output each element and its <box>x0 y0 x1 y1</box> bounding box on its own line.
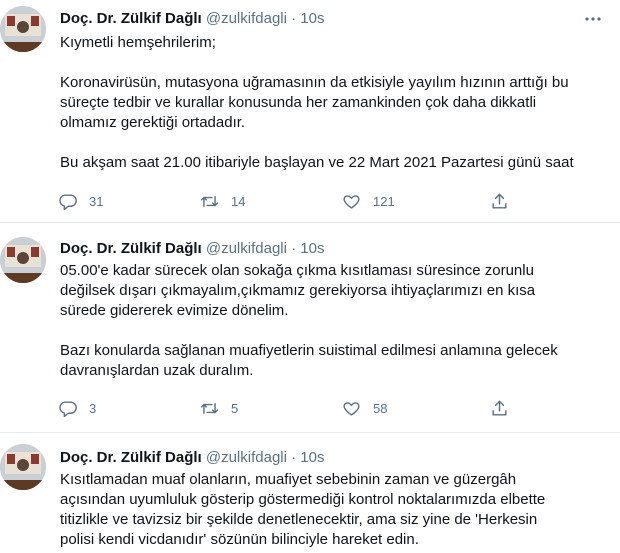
share-icon <box>490 192 509 211</box>
tweet-line: açısından uyumluluk gösterip göstermediğ… <box>60 491 546 508</box>
tweet[interactable]: Doç. Dr. Zülkif Dağlı @zulkifdagli · 10s… <box>0 0 620 222</box>
tweet-text: Kıymetli hemşehrilerim; Koronavirüsün, m… <box>60 33 600 173</box>
like-button[interactable]: 121 <box>342 192 395 211</box>
separator-dot: · <box>291 240 297 257</box>
like-icon <box>342 399 361 418</box>
tweet-line: sürede gidererek evimize dönelim. <box>60 302 289 319</box>
tweet-feed: Doç. Dr. Zülkif Dağlı @zulkifdagli · 10s… <box>0 0 620 553</box>
author-handle[interactable]: @zulkifdagli <box>206 10 287 27</box>
share-button[interactable] <box>490 399 509 418</box>
tweet-line: Bazı konularda sağlanan muafiyetlerin su… <box>60 342 558 359</box>
retweet-count: 14 <box>231 194 246 209</box>
retweet-button[interactable]: 14 <box>200 192 245 211</box>
tweet-header: Doç. Dr. Zülkif Dağlı @zulkifdagli · 10s <box>60 239 324 259</box>
author-name[interactable]: Doç. Dr. Zülkif Dağlı <box>60 240 202 257</box>
reply-icon <box>58 399 77 418</box>
retweet-button[interactable]: 5 <box>200 399 238 418</box>
like-count: 121 <box>373 194 395 209</box>
tweet-line: Koronavirüsün, mutasyona uğramasının da … <box>60 74 569 91</box>
author-handle[interactable]: @zulkifdagli <box>206 240 287 257</box>
tweet-text: Kısıtlamadan muaf olanların, muafiyet se… <box>60 470 600 550</box>
share-button[interactable] <box>490 192 509 211</box>
retweet-icon <box>200 399 219 418</box>
tweet-header: Doç. Dr. Zülkif Dağlı @zulkifdagli · 10s <box>60 448 324 468</box>
tweet-line: titizlikle ve tavizsiz bir şekilde denet… <box>60 511 538 528</box>
separator-dot: · <box>291 449 297 466</box>
like-button[interactable]: 58 <box>342 399 387 418</box>
tweet-line: polisi kendi vicdanıdır' sözünün bilinci… <box>60 531 419 548</box>
retweet-icon <box>200 192 219 211</box>
tweet-line: davranışlardan uzak duralım. <box>60 362 254 379</box>
tweet-time[interactable]: 10s <box>300 10 324 27</box>
tweet-text: 05.00'e kadar sürecek olan sokağa çıkma … <box>60 261 600 381</box>
tweet-line: değilsek dışarı çıkmayalım,çıkmamız gere… <box>60 282 536 299</box>
tweet[interactable]: Doç. Dr. Zülkif Dağlı @zulkifdagli · 10s… <box>0 433 620 553</box>
like-icon <box>342 192 361 211</box>
share-icon <box>490 399 509 418</box>
reply-icon <box>58 192 77 211</box>
tweet-line: Bu akşam saat 21.00 itibariyle başlayan … <box>60 154 574 171</box>
tweet-time[interactable]: 10s <box>300 449 324 466</box>
reply-count: 3 <box>89 401 97 416</box>
tweet-line: Kısıtlamadan muaf olanların, muafiyet se… <box>60 471 517 488</box>
tweet-line: olmamız gerektiği ortadadır. <box>60 114 246 131</box>
tweet-actions: 31 14 121 <box>58 192 518 212</box>
author-handle[interactable]: @zulkifdagli <box>206 449 287 466</box>
tweet-line: Kıymetli hemşehrilerim; <box>60 34 216 51</box>
tweet-line: 05.00'e kadar sürecek olan sokağa çıkma … <box>60 262 534 279</box>
tweet-line: süreçte tedbir ve kurallar konusunda her… <box>60 94 537 111</box>
tweet-time[interactable]: 10s <box>300 240 324 257</box>
reply-button[interactable]: 3 <box>58 399 96 418</box>
author-name[interactable]: Doç. Dr. Zülkif Dağlı <box>60 10 202 27</box>
tweet[interactable]: Doç. Dr. Zülkif Dağlı @zulkifdagli · 10s… <box>0 223 620 433</box>
tweet-header: Doç. Dr. Zülkif Dağlı @zulkifdagli · 10s <box>60 9 324 29</box>
reply-count: 31 <box>89 194 104 209</box>
more-icon[interactable] <box>583 9 603 29</box>
tweet-actions: 3 5 58 <box>58 399 518 419</box>
avatar[interactable] <box>0 444 46 490</box>
retweet-count: 5 <box>231 401 239 416</box>
like-count: 58 <box>373 401 388 416</box>
avatar[interactable] <box>0 237 46 283</box>
author-name[interactable]: Doç. Dr. Zülkif Dağlı <box>60 449 202 466</box>
separator-dot: · <box>291 10 297 27</box>
avatar[interactable] <box>0 6 46 52</box>
reply-button[interactable]: 31 <box>58 192 103 211</box>
